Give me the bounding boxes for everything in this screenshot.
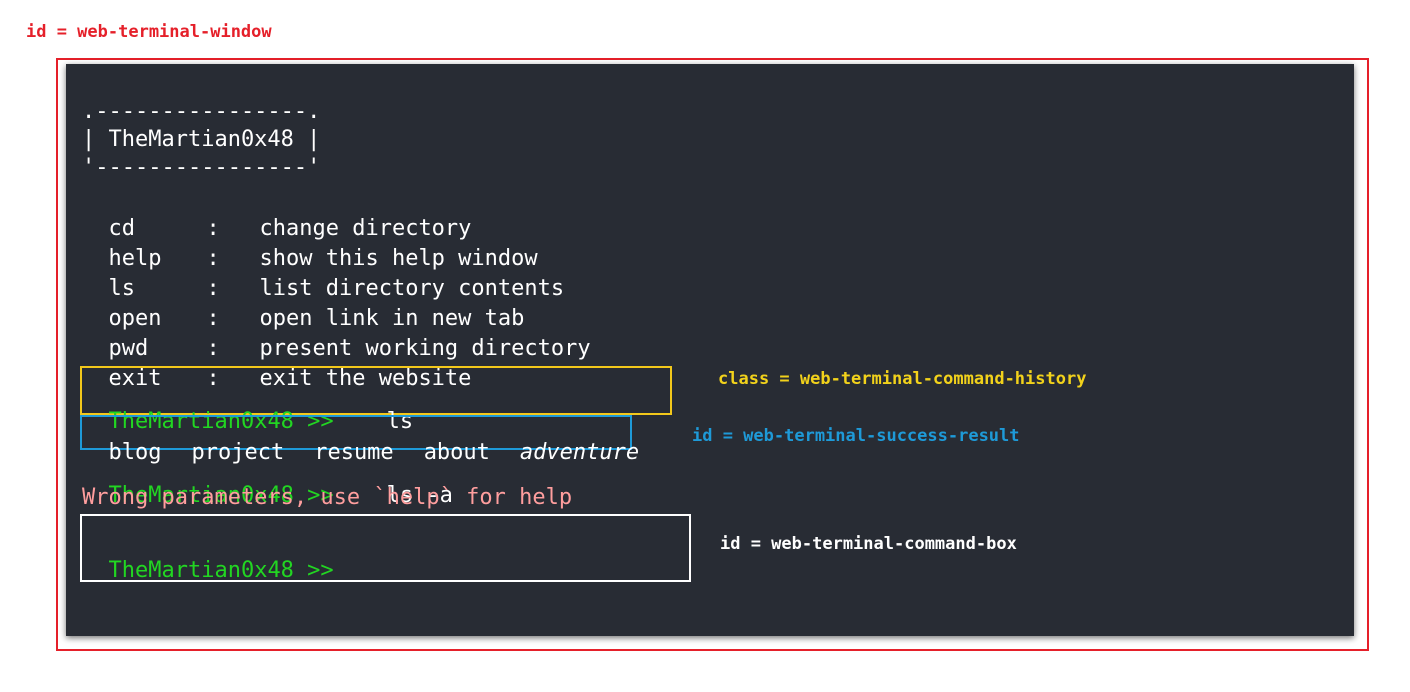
annotation-history-label: class = web-terminal-command-history — [718, 369, 1087, 389]
command-prompt: TheMartian0x48 >> — [108, 558, 334, 583]
annotation-command-box-label: id = web-terminal-command-box — [720, 534, 1017, 554]
banner-bottom: '----------------' — [82, 155, 321, 180]
banner-middle: | TheMartian0x48 | — [82, 127, 321, 152]
result-item-adventure[interactable]: adventure — [520, 439, 639, 467]
annotation-window-label: id = web-terminal-window — [26, 22, 272, 42]
error-message: Wrong parameters, use `help` for help — [82, 485, 573, 510]
annotation-success-label: id = web-terminal-success-result — [692, 426, 1020, 446]
command-line[interactable]: TheMartian0x48 >> — [82, 529, 347, 585]
banner-top: .----------------. — [82, 99, 321, 124]
